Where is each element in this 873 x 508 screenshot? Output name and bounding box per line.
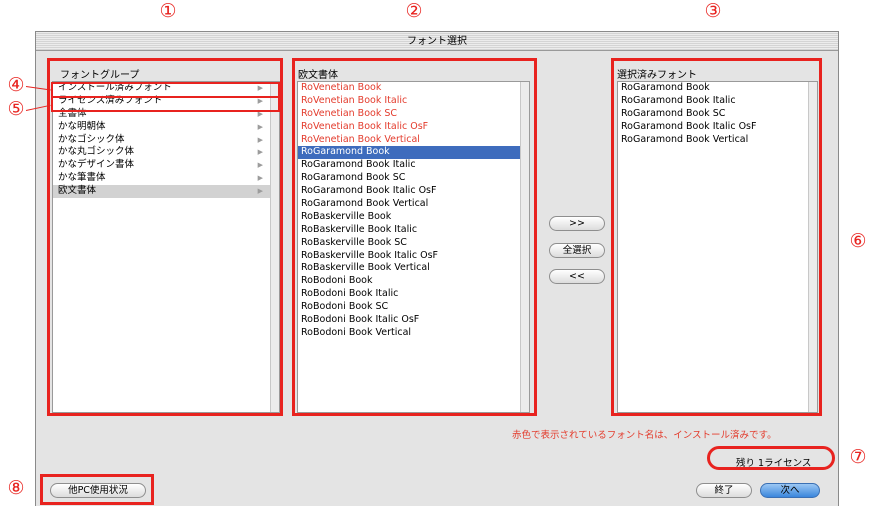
end-button[interactable]: 終了: [696, 483, 752, 498]
annotation-oval-7: [707, 446, 835, 470]
annotation-box-2: [292, 58, 537, 416]
add-font-button[interactable]: >>: [549, 216, 605, 231]
callout-8: ⑧: [7, 477, 25, 499]
installed-note: 赤色で表示されているフォント名は、インストール済みです。: [512, 430, 777, 441]
remove-font-button[interactable]: <<: [549, 269, 605, 284]
select-all-button[interactable]: 全選択: [549, 243, 605, 258]
callout-6: ⑥: [849, 230, 867, 252]
callout-3: ③: [704, 0, 722, 22]
annotation-box-8: [40, 474, 154, 505]
annotation-box-5: [51, 96, 280, 112]
callout-5: ⑤: [7, 98, 25, 120]
callout-1: ①: [159, 0, 177, 22]
annotation-box-3: [611, 58, 822, 416]
next-button[interactable]: 次へ: [760, 483, 820, 498]
callout-4: ④: [7, 74, 25, 96]
callout-7: ⑦: [849, 446, 867, 468]
window-title: フォント選択: [36, 32, 838, 51]
callout-2: ②: [405, 0, 423, 22]
